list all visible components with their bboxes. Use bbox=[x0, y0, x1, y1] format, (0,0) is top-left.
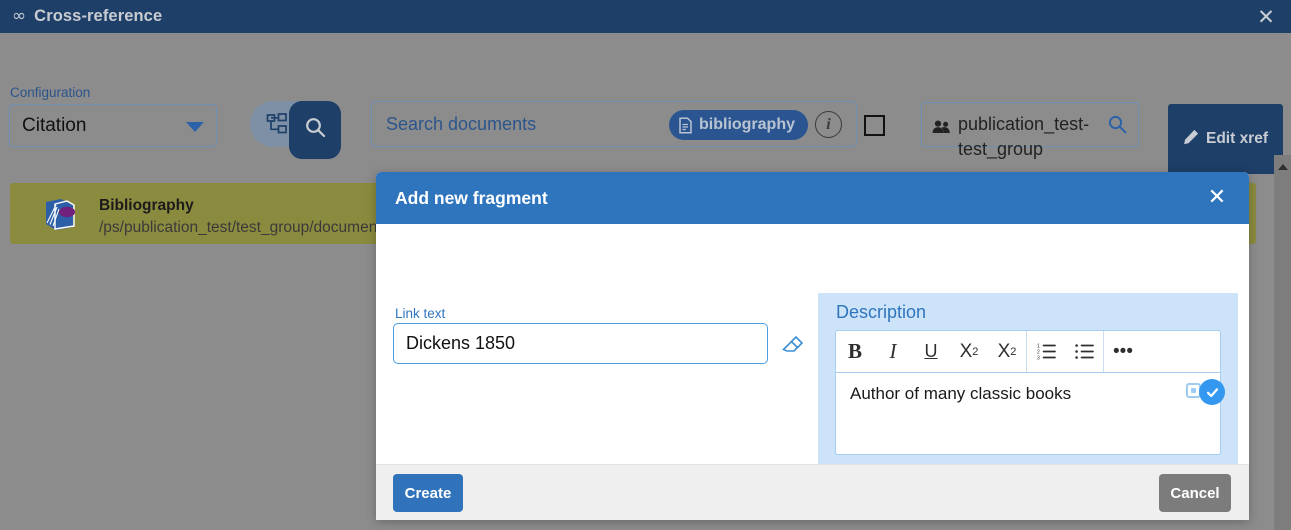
search-input[interactable]: Search documents bbox=[386, 114, 536, 135]
cancel-button[interactable]: Cancel bbox=[1159, 474, 1231, 512]
vertical-scrollbar[interactable] bbox=[1274, 155, 1291, 530]
superscript-button[interactable]: X2 bbox=[950, 331, 988, 372]
description-label: Description bbox=[836, 302, 927, 322]
group-search-icon[interactable] bbox=[1107, 114, 1128, 140]
bibliography-chip-label: bibliography bbox=[699, 116, 795, 133]
cross-reference-app: ∞ Cross-reference ✕ Configuration Citati… bbox=[0, 0, 1291, 530]
caret-up-icon[interactable] bbox=[1278, 164, 1288, 170]
close-icon[interactable]: ✕ bbox=[1253, 4, 1279, 30]
configuration-select[interactable]: Citation bbox=[9, 104, 217, 147]
sitemap-icon bbox=[266, 113, 288, 135]
editor-format-group: B I U X2 X2 bbox=[836, 331, 1026, 372]
document-icon bbox=[678, 116, 693, 134]
description-panel: Description B I U X2 X2 1 2 3 ••• Author… bbox=[818, 293, 1238, 468]
dialog-close-icon[interactable]: ✕ bbox=[1203, 184, 1231, 212]
editor-toolbar: B I U X2 X2 1 2 3 ••• bbox=[836, 331, 1220, 373]
add-fragment-dialog: Add new fragment ✕ Link text Description… bbox=[376, 172, 1249, 520]
search-documents-box[interactable]: Search documents bibliography i bbox=[371, 101, 857, 147]
document-stack-icon bbox=[43, 196, 77, 232]
toolbar: Configuration Citation Search documents … bbox=[0, 33, 1291, 174]
users-icon bbox=[932, 116, 951, 141]
select-all-checkbox[interactable] bbox=[864, 115, 885, 136]
link-text-input[interactable] bbox=[393, 323, 768, 364]
dialog-body: Link text Description B I U X2 bbox=[376, 224, 1249, 468]
result-path: /ps/publication_test/test_group/document… bbox=[99, 219, 403, 236]
cursor-check-indicator bbox=[1199, 379, 1225, 405]
dialog-footer: Create Cancel bbox=[376, 464, 1249, 520]
dialog-title: Add new fragment bbox=[395, 187, 548, 208]
search-icon bbox=[304, 116, 327, 144]
more-options-button[interactable]: ••• bbox=[1104, 331, 1142, 372]
info-icon[interactable]: i bbox=[815, 111, 842, 138]
configuration-value: Citation bbox=[22, 114, 87, 136]
window-titlebar: ∞ Cross-reference ✕ bbox=[0, 0, 1291, 33]
eraser-icon[interactable] bbox=[780, 332, 804, 361]
infinity-icon: ∞ bbox=[12, 6, 27, 26]
description-content[interactable]: Author of many classic books bbox=[836, 373, 1220, 415]
underline-button[interactable]: U bbox=[912, 331, 950, 372]
subscript-button[interactable]: X2 bbox=[988, 331, 1026, 372]
dialog-header: Add new fragment ✕ bbox=[376, 172, 1249, 224]
italic-button[interactable]: I bbox=[874, 331, 912, 372]
ordered-list-button[interactable]: 1 2 3 bbox=[1027, 331, 1065, 372]
link-text-label: Link text bbox=[395, 306, 446, 321]
pencil-icon bbox=[1183, 129, 1199, 150]
edit-xref-label: Edit xref bbox=[1205, 130, 1268, 147]
bibliography-chip[interactable]: bibliography bbox=[669, 110, 808, 140]
result-title: Bibliography bbox=[99, 197, 194, 214]
editor-list-group: 1 2 3 bbox=[1026, 331, 1103, 372]
svg-text:3: 3 bbox=[1037, 356, 1040, 360]
configuration-label: Configuration bbox=[10, 85, 91, 100]
chevron-down-icon bbox=[186, 122, 204, 132]
window-title: Cross-reference bbox=[34, 7, 163, 25]
edit-xref-button[interactable]: Edit xref bbox=[1168, 104, 1283, 174]
editor-overflow-group: ••• bbox=[1103, 331, 1142, 372]
description-editor: B I U X2 X2 1 2 3 ••• Author of many cla… bbox=[835, 330, 1221, 455]
unordered-list-button[interactable] bbox=[1065, 331, 1103, 372]
create-button[interactable]: Create bbox=[393, 474, 463, 512]
search-mode-button[interactable] bbox=[289, 101, 341, 159]
bold-button[interactable]: B bbox=[836, 331, 874, 372]
